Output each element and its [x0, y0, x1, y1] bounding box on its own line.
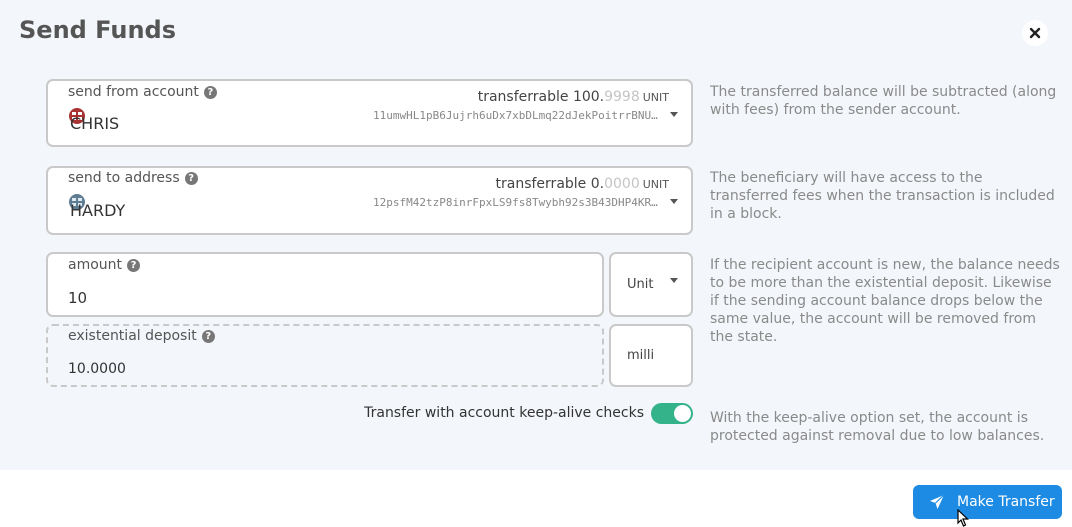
help-icon[interactable]: ? [201, 329, 215, 343]
make-transfer-button[interactable]: Make Transfer [913, 485, 1062, 519]
help-icon[interactable]: ? [184, 171, 198, 185]
close-icon [1029, 27, 1041, 39]
amount-value[interactable]: 10 [68, 289, 87, 307]
modal-title: Send Funds [19, 16, 177, 44]
modal-body: Send Funds send from account ? transferr… [0, 0, 1072, 470]
keep-alive-toggle[interactable] [651, 403, 693, 424]
existential-deposit-field: existential deposit ? 10.0000 [46, 324, 604, 387]
keep-alive-label: Transfer with account keep-alive checks [364, 405, 644, 421]
amount-unit-select[interactable]: Unit [609, 252, 693, 317]
send-from-help-text: The transferred balance will be subtract… [710, 84, 1057, 118]
close-button[interactable] [1022, 20, 1048, 46]
send-from-address: 11umwHL1pB6Jujrh6uDx7xbDLmq22dJekPoitrrB… [373, 109, 661, 122]
chevron-down-icon [670, 278, 678, 283]
make-transfer-label: Make Transfer [957, 494, 1055, 510]
send-from-label: send from account [68, 84, 199, 100]
chevron-down-icon [670, 112, 678, 117]
send-to-address: 12psfM42tzP8inrFpxLS9fs8Twybh92s3B43DHP4… [373, 196, 661, 209]
amount-label: amount [68, 257, 123, 273]
send-from-transferrable: transferrable 100.9998 UNIT [477, 89, 669, 105]
existential-deposit-unit-label: milli [627, 348, 655, 363]
send-to-label: send to address [68, 170, 180, 186]
send-to-account-name: HARDY [70, 201, 126, 220]
send-from-account-select[interactable]: send from account ? transferrable 100.99… [46, 79, 693, 147]
help-icon[interactable]: ? [127, 258, 141, 272]
amount-unit-label: Unit [627, 277, 654, 292]
send-from-account-name: CHRIS [70, 114, 120, 133]
amount-input[interactable]: amount ? 10 [46, 252, 604, 317]
chevron-down-icon [670, 199, 678, 204]
keep-alive-help-text: With the keep-alive option set, the acco… [710, 410, 1045, 444]
toggle-knob [674, 405, 691, 422]
send-to-transferrable: transferrable 0.0000 UNIT [495, 176, 669, 192]
existential-deposit-unit: milli [609, 324, 693, 387]
paper-plane-icon [930, 494, 945, 509]
send-to-address-select[interactable]: send to address ? transferrable 0.0000 UN… [46, 166, 693, 235]
mouse-pointer-icon [957, 509, 970, 527]
existential-deposit-value: 10.0000 [68, 361, 126, 377]
amount-help-text: If the recipient account is new, the bal… [710, 257, 1060, 345]
help-icon[interactable]: ? [203, 85, 217, 99]
existential-deposit-label: existential deposit [68, 328, 197, 344]
send-to-help-text: The beneficiary will have access to the … [710, 170, 1055, 222]
